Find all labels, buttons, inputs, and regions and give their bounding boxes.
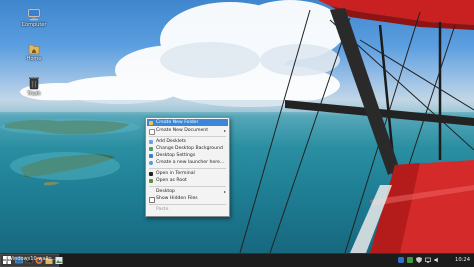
menu-item-label: Show Hidden Files xyxy=(156,196,198,201)
desktop-context-menu: Create New Folder Create New Document ▸ … xyxy=(145,117,230,217)
launcher-icon xyxy=(149,160,153,165)
menu-item-label: Create New Folder xyxy=(156,120,199,125)
computer-icon xyxy=(27,8,41,21)
menu-separator xyxy=(149,204,226,205)
desktop-icon-label: Trash xyxy=(27,91,41,97)
desktop-icon-label: Computer xyxy=(21,22,47,28)
folder-new-icon xyxy=(149,120,153,125)
menu-item-label: Change Desktop Background xyxy=(156,146,223,151)
menu-item-label: Paste xyxy=(156,207,169,212)
menu-separator xyxy=(149,136,226,137)
menu-item-open-as-root[interactable]: Open as Root xyxy=(147,177,228,184)
document-new-icon xyxy=(149,128,155,135)
menu-item-create-launcher[interactable]: Create a new launcher here... xyxy=(147,159,228,166)
home-folder-icon xyxy=(28,44,40,55)
desktop-icon-label: Home xyxy=(26,56,42,62)
bluetooth-icon[interactable] xyxy=(398,257,404,263)
menu-item-label: Create a new launcher here... xyxy=(156,160,225,165)
taskbar-clock[interactable]: 10:24 xyxy=(455,254,470,267)
menu-item-label: Open in Terminal xyxy=(156,171,195,176)
terminal-icon xyxy=(149,171,153,176)
menu-item-paste: Paste xyxy=(147,206,228,213)
shield-icon[interactable] xyxy=(416,257,422,263)
menu-item-open-in-terminal[interactable]: Open in Terminal xyxy=(147,170,228,177)
menu-separator xyxy=(149,168,226,169)
update-icon[interactable] xyxy=(407,257,413,263)
checkbox-icon[interactable] xyxy=(149,196,155,203)
submenu-arrow-icon: ▸ xyxy=(223,128,226,133)
taskbar: >_ [Windows10-wallp... 10:24 xyxy=(0,253,474,267)
settings-icon xyxy=(149,153,153,158)
desktop-icon-trash[interactable]: Trash xyxy=(14,76,54,97)
menu-item-label: Open as Root xyxy=(156,178,187,183)
taskbar-window-button[interactable]: [Windows10-wallp... xyxy=(0,254,59,267)
wallpaper-scene xyxy=(0,0,474,253)
menu-separator xyxy=(149,186,226,187)
background-icon xyxy=(149,146,153,151)
menu-item-label: Desktop xyxy=(156,189,175,194)
menu-item-label: Desktop Settings xyxy=(156,153,196,158)
network-icon[interactable] xyxy=(425,257,431,263)
menu-item-change-desktop-background[interactable]: Change Desktop Background xyxy=(147,145,228,152)
desktop-icon-home[interactable]: Home xyxy=(14,42,54,62)
volume-icon[interactable] xyxy=(434,257,440,263)
menu-item-add-desklets[interactable]: Add Desklets xyxy=(147,138,228,145)
taskbar-window-title: [Windows10-wallp... xyxy=(6,256,57,262)
desktop-wallpaper[interactable] xyxy=(0,0,474,253)
trash-icon xyxy=(29,77,39,90)
menu-item-create-new-folder[interactable]: Create New Folder xyxy=(147,119,228,126)
menu-item-desktop-settings[interactable]: Desktop Settings xyxy=(147,152,228,159)
root-icon xyxy=(149,178,153,183)
menu-item-label: Add Desklets xyxy=(156,139,187,144)
menu-item-desktop[interactable]: Desktop ▸ xyxy=(147,188,228,195)
menu-item-create-new-document[interactable]: Create New Document ▸ xyxy=(147,127,228,135)
desklet-icon xyxy=(149,139,153,144)
menu-item-label: Create New Document xyxy=(156,128,209,133)
menu-item-show-hidden-files[interactable]: Show Hidden Files xyxy=(147,195,228,203)
desktop-icon-computer[interactable]: Computer xyxy=(14,8,54,28)
submenu-arrow-icon: ▸ xyxy=(223,189,226,194)
